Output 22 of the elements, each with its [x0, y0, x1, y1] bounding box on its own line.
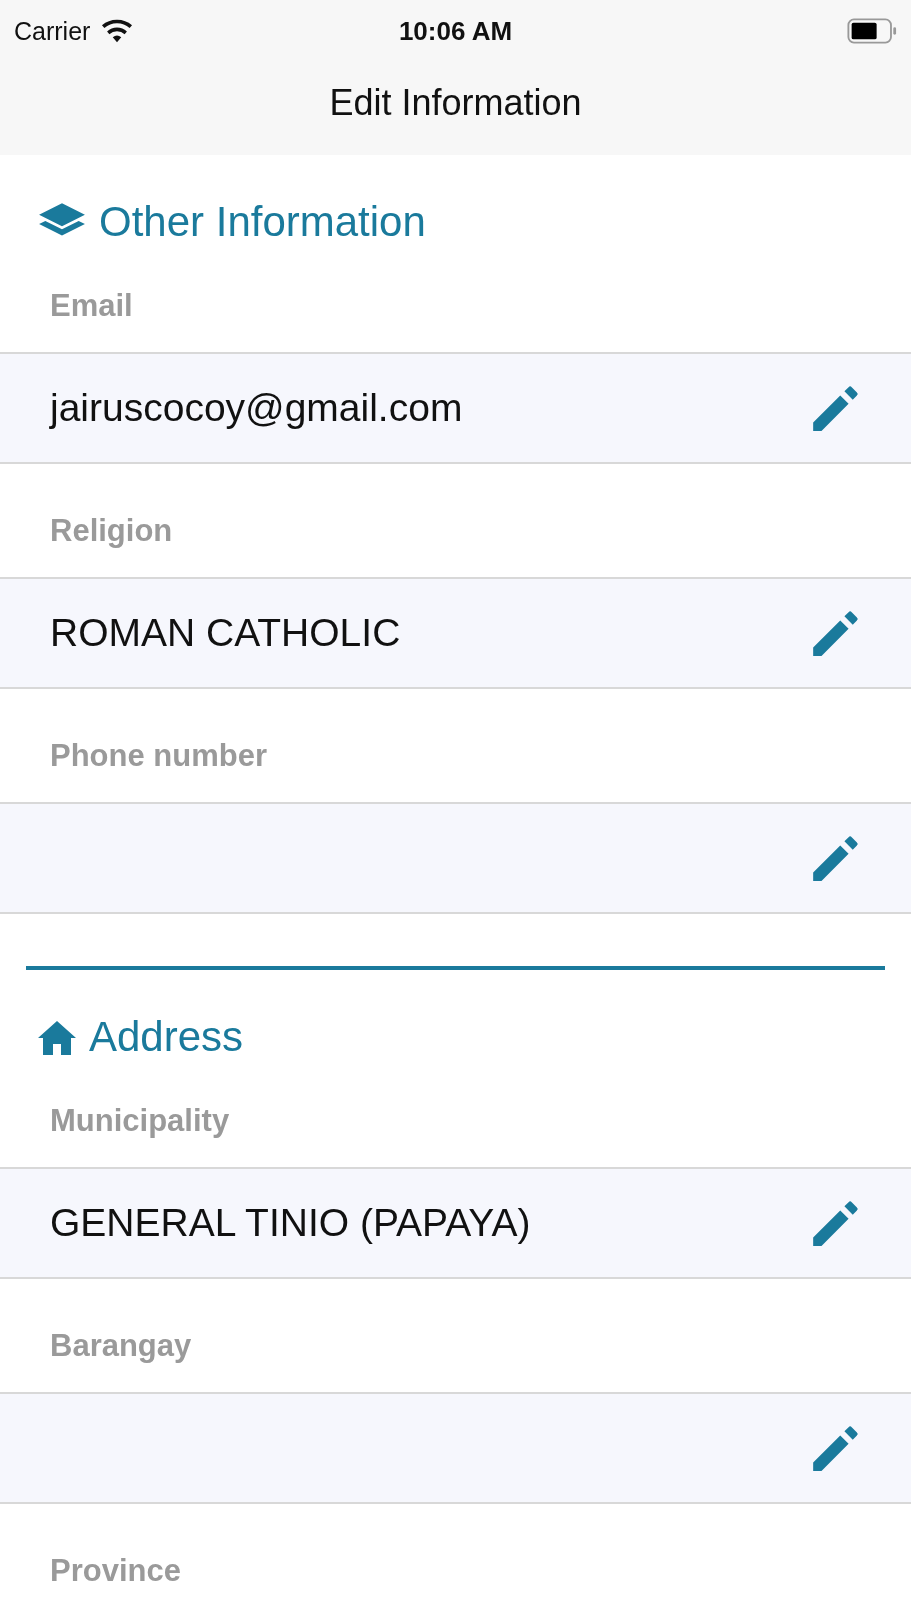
input-field[interactable]: ROMAN CATHOLIC: [0, 577, 911, 689]
carrier-name: Carrier: [14, 16, 91, 46]
section-title: Other Information: [99, 197, 426, 247]
home-icon: [37, 1020, 77, 1056]
field-label: Phone number: [50, 740, 267, 772]
field-value: jairuscocoy@gmail.com: [50, 386, 464, 430]
input-field[interactable]: [0, 802, 911, 914]
field-label: Province: [50, 1555, 181, 1587]
field-label: Email: [50, 290, 133, 322]
wifi-icon: [100, 18, 135, 44]
status-time: 10:06 AM: [398, 15, 513, 47]
section-title: Address: [89, 1012, 244, 1062]
field-label: Religion: [50, 515, 173, 547]
field-value: GENERAL TINIO (PAPAYA): [50, 1201, 532, 1245]
input-field[interactable]: [0, 1392, 911, 1504]
battery-icon: [847, 18, 897, 44]
field-value: ROMAN CATHOLIC: [50, 611, 402, 655]
field-label: Municipality: [50, 1105, 230, 1137]
input-field[interactable]: jairuscocoy@gmail.com: [0, 352, 911, 464]
field-label: Barangay: [50, 1330, 192, 1362]
input-field[interactable]: GENERAL TINIO (PAPAYA): [0, 1167, 911, 1279]
screen-title: Edit Information: [329, 81, 582, 124]
